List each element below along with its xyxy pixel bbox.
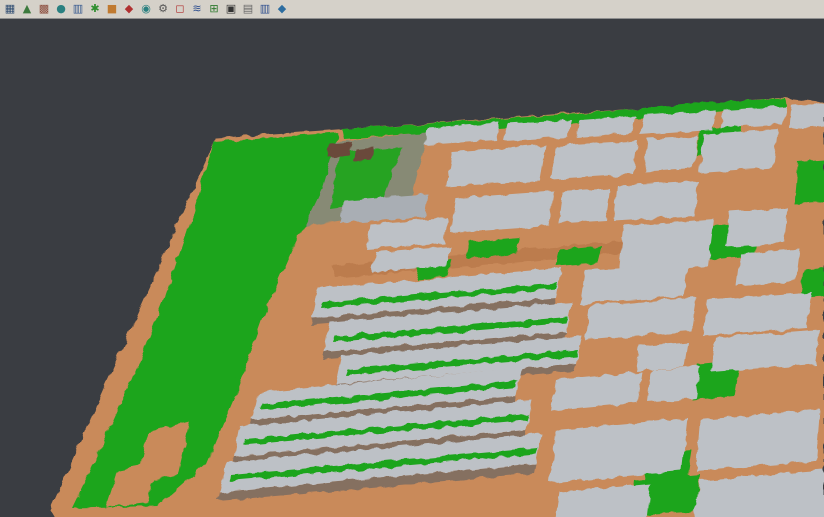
scene-svg (0, 19, 824, 517)
layers-icon[interactable]: ▥ (70, 1, 86, 17)
bldg-big-3 (644, 136, 698, 171)
elevation-model-icon[interactable]: ▲ (19, 1, 35, 17)
sphere-view-icon[interactable]: ◉ (138, 1, 154, 17)
bldg-small-right (636, 342, 688, 371)
bldg-right-2 (736, 249, 800, 286)
pointcloud-scene (50, 98, 824, 517)
veg-right-edge (794, 160, 824, 204)
bldg-far-6 (790, 103, 824, 129)
rust-structure-2 (354, 147, 374, 162)
display-grid-icon[interactable]: ▦ (2, 1, 18, 17)
profile-tool-icon[interactable]: ≋ (189, 1, 205, 17)
settings-gear-icon[interactable]: ⚙ (155, 1, 171, 17)
orthophoto-icon[interactable]: ■ (104, 1, 120, 17)
globe-icon[interactable]: ● (53, 1, 69, 17)
bldg-mid-4 (558, 189, 610, 223)
zoom-region-icon[interactable]: ◻ (172, 1, 188, 17)
attribute-table-icon[interactable]: ⊞ (206, 1, 222, 17)
snapshot-icon[interactable]: ▣ (223, 1, 239, 17)
render-icon[interactable]: ▤ (240, 1, 256, 17)
point-classes-icon[interactable]: ◆ (121, 1, 137, 17)
bldg-mid-5 (614, 181, 698, 221)
vegetation-filter-icon[interactable]: ✱ (87, 1, 103, 17)
bldg-big-2 (551, 141, 638, 179)
histogram-icon[interactable]: ▥ (257, 1, 273, 17)
measure-icon[interactable]: ◆ (274, 1, 290, 17)
toolbar: ▦▲▩●▥✱■◆◉⚙◻≋⊞▣▤▥◆ (0, 0, 824, 19)
app-window: ▦▲▩●▥✱■◆◉⚙◻≋⊞▣▤▥◆ (0, 0, 824, 517)
bldg-right-1 (726, 208, 788, 247)
bldg-big-4 (699, 129, 778, 173)
bldg-mid-3 (451, 191, 554, 233)
viewport-3d[interactable] (0, 19, 824, 517)
classification-icon[interactable]: ▩ (36, 1, 52, 17)
rust-structure-1 (328, 142, 352, 157)
bldg-bot-2 (648, 366, 700, 402)
